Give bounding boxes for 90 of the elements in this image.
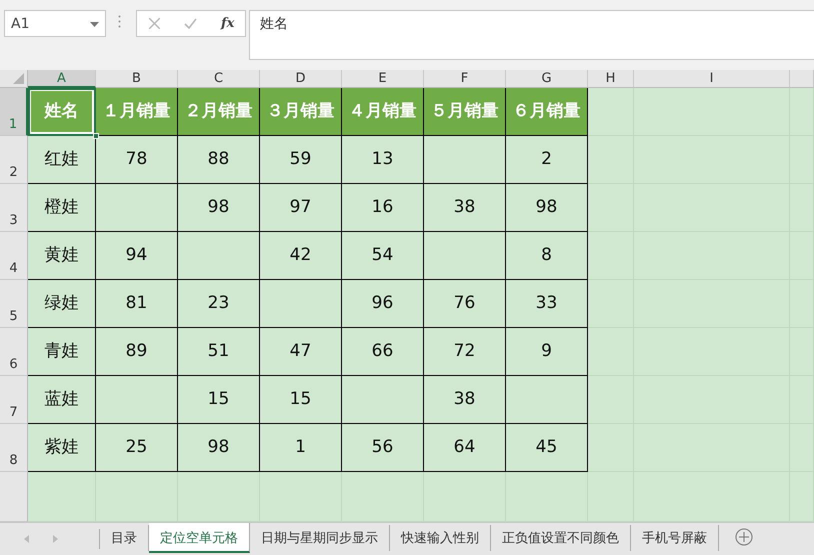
empty-cell [588, 424, 634, 472]
table-cell: 51 [178, 328, 260, 376]
select-all-icon[interactable] [13, 73, 24, 84]
grip-icon [118, 15, 121, 28]
table-cell: 青娃 [28, 328, 96, 376]
sheet-tab[interactable]: 定位空单元格 [149, 523, 250, 553]
column-header[interactable]: H [588, 70, 634, 88]
column-title-cell: １月销量 [96, 88, 178, 136]
table-cell: 紫娃 [28, 424, 96, 472]
table-cell: 78 [96, 136, 178, 184]
column-title-cell: 姓名 [28, 88, 96, 136]
empty-cell [588, 184, 634, 232]
column-header[interactable]: C [178, 70, 260, 88]
column-header[interactable]: D [260, 70, 342, 88]
table-cell: 33 [506, 280, 588, 328]
column-title-cell: ３月销量 [260, 88, 342, 136]
column-header[interactable]: B [96, 70, 178, 88]
column-header[interactable] [790, 70, 814, 88]
column-title-cell: ６月销量 [506, 88, 588, 136]
row-header[interactable]: 4 [0, 232, 28, 280]
add-sheet-icon[interactable] [735, 528, 753, 546]
table-cell: 23 [178, 280, 260, 328]
table-cell: 89 [96, 328, 178, 376]
table-cell: 1 [260, 424, 342, 472]
table-cell: 76 [424, 280, 506, 328]
check-icon[interactable] [184, 18, 197, 29]
table-cell: 13 [342, 136, 424, 184]
sheet-tab[interactable]: 快速输入性别 [390, 525, 491, 551]
empty-cell [588, 136, 634, 184]
row-header[interactable] [0, 472, 28, 522]
table-cell: 15 [260, 376, 342, 424]
table-cell: 64 [424, 424, 506, 472]
empty-cell [588, 232, 634, 280]
column-title-cell: ２月销量 [178, 88, 260, 136]
table-cell: 94 [96, 232, 178, 280]
table-cell: 38 [424, 376, 506, 424]
table-cell: 绿娃 [28, 280, 96, 328]
empty-cell [588, 376, 634, 424]
sheet-tab[interactable]: 手机号屏蔽 [631, 525, 719, 551]
column-title-cell: ５月销量 [424, 88, 506, 136]
table-cell: 红娃 [28, 136, 96, 184]
empty-cell [588, 328, 634, 376]
table-cell: 38 [424, 184, 506, 232]
table-cell: 蓝娃 [28, 376, 96, 424]
table-cell: 72 [424, 328, 506, 376]
table-cell: 47 [260, 328, 342, 376]
empty-cell [588, 280, 634, 328]
table-cell: 45 [506, 424, 588, 472]
next-sheet-icon[interactable] [53, 535, 58, 543]
row-header[interactable]: 1 [0, 88, 28, 136]
table-cell: 56 [342, 424, 424, 472]
table-cell: 9 [506, 328, 588, 376]
row-header[interactable]: 7 [0, 376, 28, 424]
dropdown-caret-icon [90, 22, 99, 27]
table-cell: 8 [506, 232, 588, 280]
column-title-cell: ４月销量 [342, 88, 424, 136]
table-cell: 98 [178, 184, 260, 232]
table-cell: 黄娃 [28, 232, 96, 280]
table-cell: 橙娃 [28, 184, 96, 232]
table-cell: 96 [342, 280, 424, 328]
table-cell: 54 [342, 232, 424, 280]
insert-function-button[interactable]: fx [221, 14, 234, 34]
table-cell: 81 [96, 280, 178, 328]
column-header[interactable]: I [634, 70, 790, 88]
table-cell: 16 [342, 184, 424, 232]
formula-input[interactable]: 姓名 [249, 10, 814, 60]
column-header[interactable]: A [28, 70, 96, 88]
row-header[interactable]: 8 [0, 424, 28, 472]
column-header[interactable]: F [424, 70, 506, 88]
sheet-tab[interactable]: 正负值设置不同颜色 [491, 525, 631, 551]
table-cell: 97 [260, 184, 342, 232]
name-box[interactable]: A1 [4, 10, 106, 37]
table-cell: 2 [506, 136, 588, 184]
row-header[interactable]: 2 [0, 136, 28, 184]
column-header[interactable]: G [506, 70, 588, 88]
table-cell: 98 [506, 184, 588, 232]
sheet-tab[interactable]: 日期与星期同步显示 [250, 525, 390, 551]
table-cell: 88 [178, 136, 260, 184]
row-header[interactable]: 3 [0, 184, 28, 232]
table-cell: 66 [342, 328, 424, 376]
table-cell: 15 [178, 376, 260, 424]
table-cell: 42 [260, 232, 342, 280]
row-header[interactable]: 5 [0, 280, 28, 328]
table-cell: 25 [96, 424, 178, 472]
previous-sheet-icon[interactable] [24, 535, 29, 543]
table-cell: 98 [178, 424, 260, 472]
cancel-icon[interactable] [149, 18, 160, 29]
table-cell: 59 [260, 136, 342, 184]
column-header[interactable]: E [342, 70, 424, 88]
row-header[interactable]: 6 [0, 328, 28, 376]
